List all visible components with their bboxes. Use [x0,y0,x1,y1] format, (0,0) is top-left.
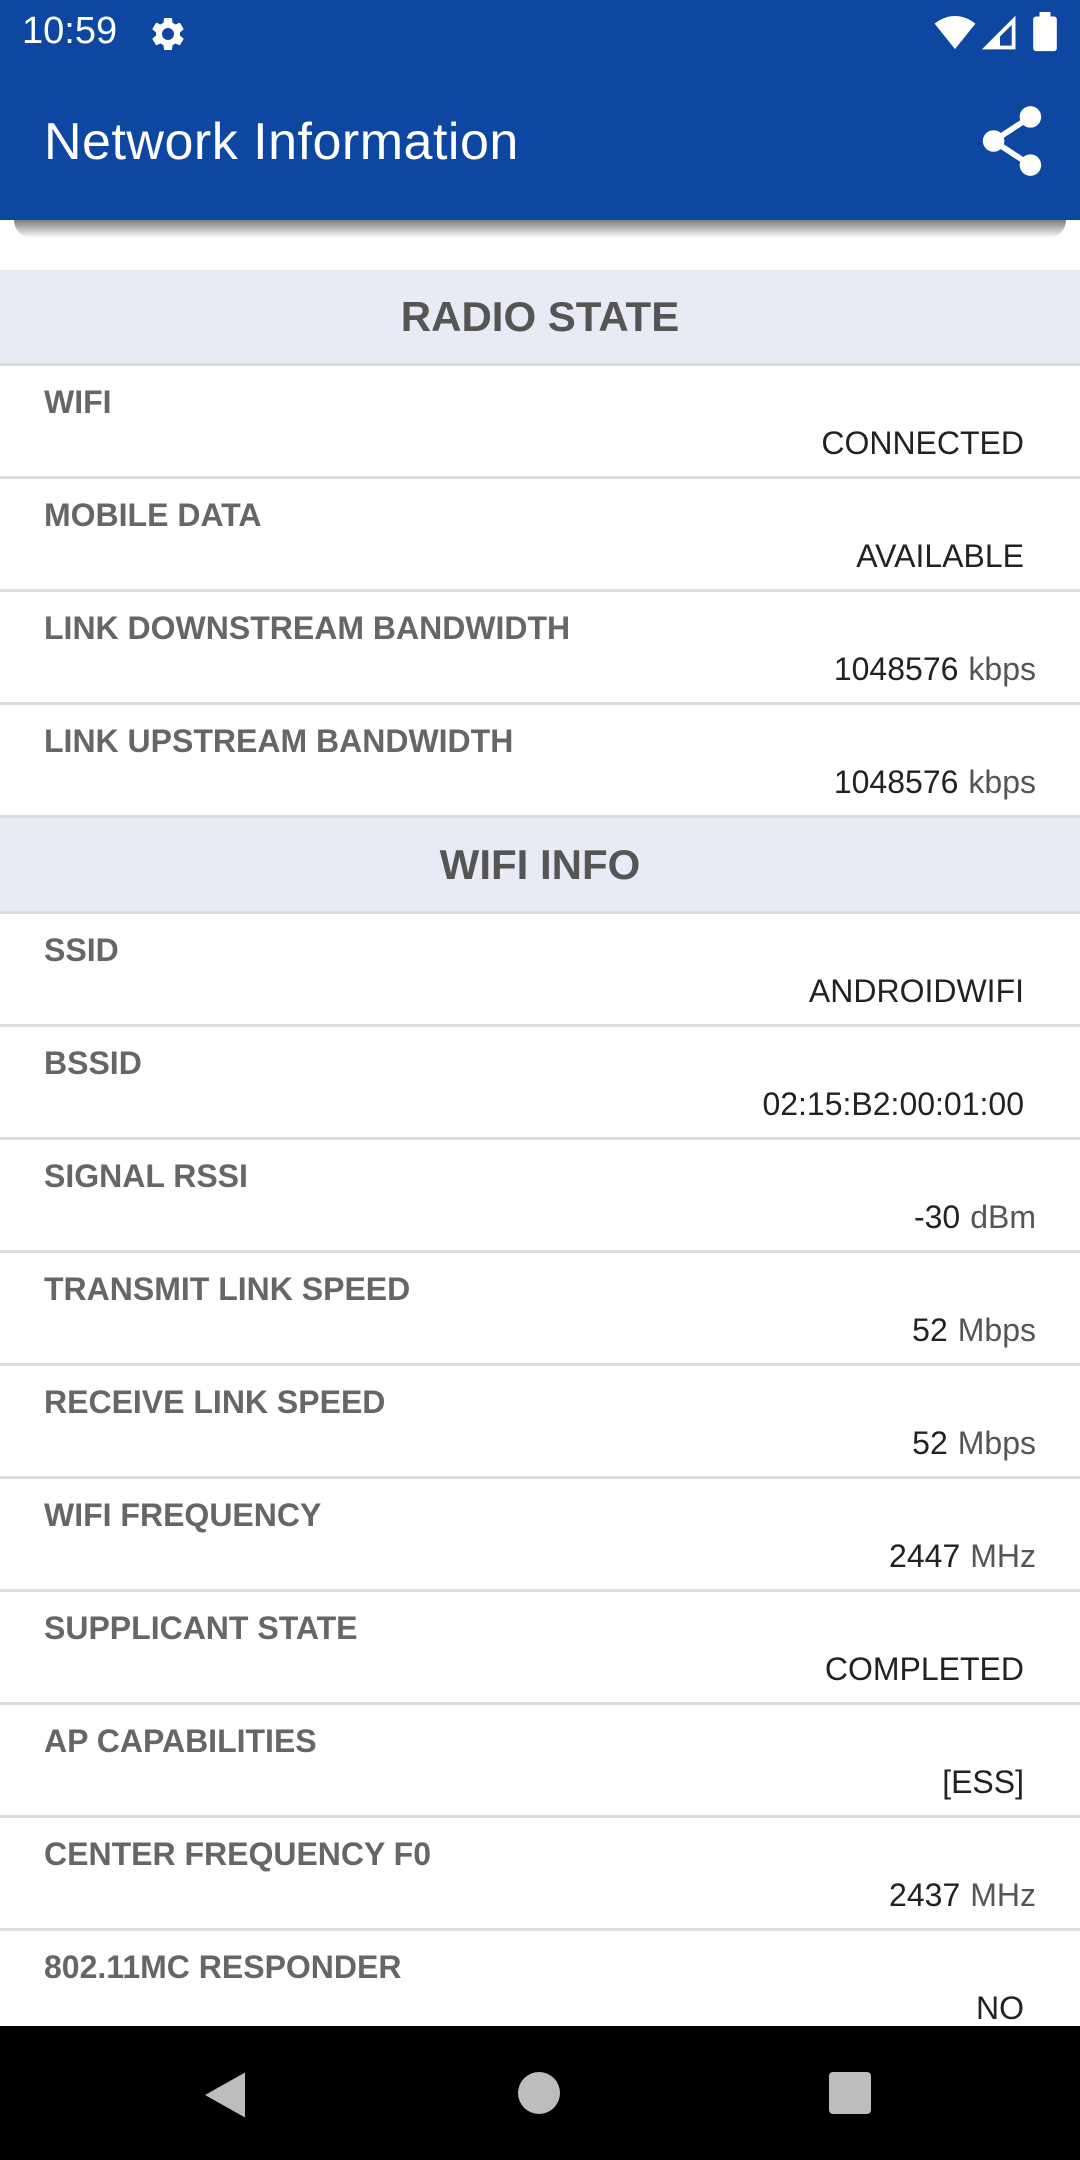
row-label: RECEIVE LINK SPEED [44,1384,386,1420]
wifi-icon [934,16,976,50]
row-label: LINK DOWNSTREAM BANDWIDTH [44,610,571,646]
section-header-radio-state: RADIO STATE [0,270,1080,366]
info-row-ssid: SSID ANDROIDWIFI [0,914,1080,1027]
row-value: 2437 MHz [889,1877,1036,1914]
value-unit: MHz [970,1538,1036,1574]
network-info-list[interactable]: RADIO STATE WIFI CONNECTED MOBILE DATA A… [0,270,1080,2026]
home-icon[interactable] [518,2072,560,2114]
value-unit: dBm [970,1199,1036,1235]
value-number: 2437 [889,1877,961,1913]
value-unit: kbps [968,651,1036,687]
recents-icon[interactable] [829,2072,871,2114]
value-unit: Mbps [957,1312,1036,1348]
row-label: SIGNAL RSSI [44,1158,248,1194]
row-label: SSID [44,932,119,968]
row-value: -30 dBm [914,1199,1036,1236]
gear-icon [152,17,184,50]
info-row-link-downstream-bandwidth: LINK DOWNSTREAM BANDWIDTH 1048576 kbps [0,592,1080,705]
value-unit: Mbps [957,1425,1036,1461]
info-row-center-frequency-f0: CENTER FREQUENCY F0 2437 MHz [0,1818,1080,1931]
row-value: [ESS] [942,1764,1024,1800]
value-number: 1048576 [833,651,959,687]
info-row-ap-capabilities: AP CAPABILITIES [ESS] [0,1705,1080,1818]
navigation-bar [0,2026,1080,2160]
row-value: 2447 MHz [889,1538,1036,1575]
row-label: BSSID [44,1045,142,1081]
row-label: TRANSMIT LINK SPEED [44,1271,411,1307]
battery-icon [1033,12,1057,52]
section-header-wifi-info: WIFI INFO [0,818,1080,914]
row-value: COMPLETED [824,1651,1024,1687]
row-label: 802.11MC RESPONDER [44,1949,402,1985]
info-row-80211mc-responder: 802.11MC RESPONDER NO [0,1931,1080,2026]
row-value: 02:15:B2:00:01:00 [762,1086,1024,1122]
value-unit: MHz [970,1877,1036,1913]
app-bar: Network Information [0,66,1080,220]
info-row-wifi: WIFI CONNECTED [0,366,1080,479]
row-value: 52 Mbps [912,1312,1036,1349]
value-unit: kbps [968,764,1036,800]
share-icon [982,106,1042,176]
row-label: CENTER FREQUENCY F0 [44,1836,432,1872]
info-row-link-upstream-bandwidth: LINK UPSTREAM BANDWIDTH 1048576 kbps [0,705,1080,818]
cell-signal-icon [982,16,1016,50]
info-row-mobile-data: MOBILE DATA AVAILABLE [0,479,1080,592]
row-label: LINK UPSTREAM BANDWIDTH [44,723,514,759]
info-row-wifi-frequency: WIFI FREQUENCY 2447 MHz [0,1479,1080,1592]
row-value: NO [976,1990,1024,2026]
value-number: -30 [913,1199,961,1235]
row-value: ANDROIDWIFI [808,973,1024,1009]
status-time: 10:59 [22,10,118,52]
value-number: 1048576 [833,764,959,800]
info-row-transmit-link-speed: TRANSMIT LINK SPEED 52 Mbps [0,1253,1080,1366]
info-row-receive-link-speed: RECEIVE LINK SPEED 52 Mbps [0,1366,1080,1479]
value-number: 52 [912,1312,948,1348]
row-value: 52 Mbps [912,1425,1036,1462]
back-icon[interactable] [200,2070,250,2120]
value-number: 2447 [889,1538,961,1574]
value-number: 52 [912,1425,948,1461]
row-value: 1048576 kbps [834,651,1036,688]
row-label: WIFI [44,384,112,420]
row-label: AP CAPABILITIES [44,1723,317,1759]
row-value: AVAILABLE [856,538,1024,574]
row-value: 1048576 kbps [834,764,1036,801]
row-value: CONNECTED [821,425,1024,461]
row-label: WIFI FREQUENCY [44,1497,322,1533]
info-row-signal-rssi: SIGNAL RSSI -30 dBm [0,1140,1080,1253]
page-title: Network Information [44,113,519,171]
app-bar-shadow [14,220,1066,238]
info-row-bssid: BSSID 02:15:B2:00:01:00 [0,1027,1080,1140]
status-bar: 10:59 [0,0,1080,66]
row-label: SUPPLICANT STATE [44,1610,358,1646]
row-label: MOBILE DATA [44,497,262,533]
share-button[interactable] [976,102,1048,180]
info-row-supplicant-state: SUPPLICANT STATE COMPLETED [0,1592,1080,1705]
